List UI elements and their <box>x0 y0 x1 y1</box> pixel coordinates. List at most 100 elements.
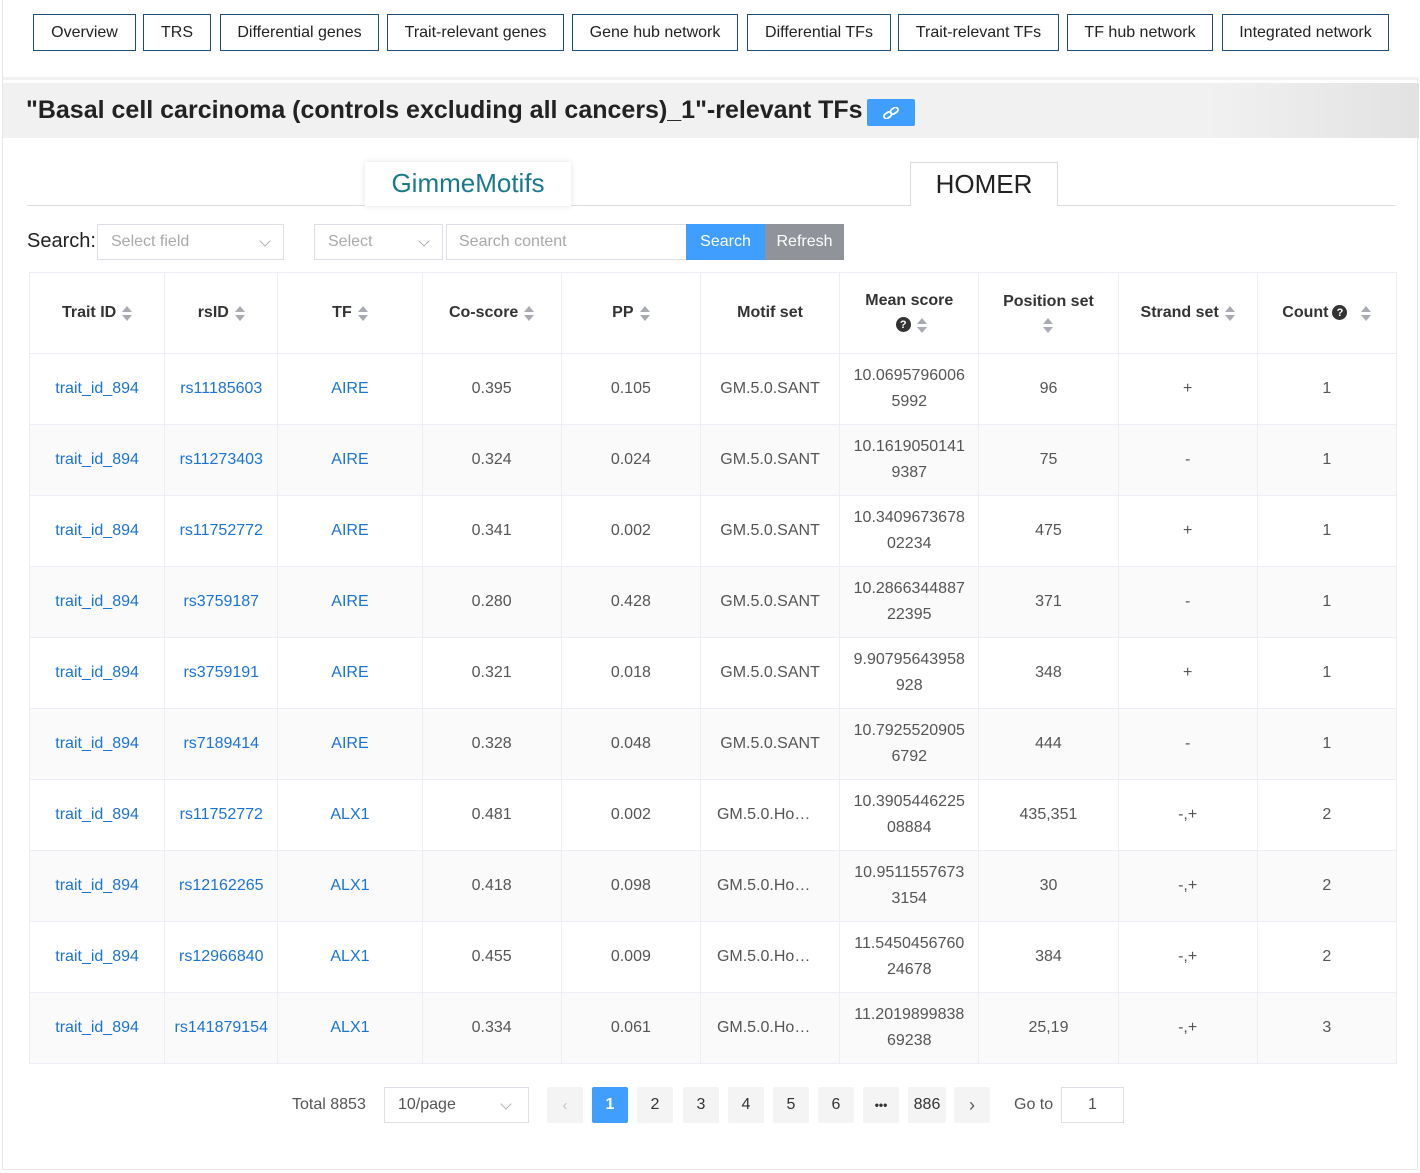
col-pp[interactable]: PP <box>560 272 701 354</box>
table-row: trait_id_894 rs141879154 ALX1 0.334 0.061 GM.… <box>28 992 1398 1064</box>
copy-link-button[interactable] <box>867 99 915 126</box>
search-content-input[interactable] <box>446 224 687 260</box>
page-button[interactable]: 886 <box>908 1087 946 1123</box>
nav-differential-tfs[interactable]: Differential TFs <box>747 14 891 51</box>
nav-gene-hub-network[interactable]: Gene hub network <box>572 14 738 51</box>
page-button[interactable]: 3 <box>683 1087 719 1123</box>
nav-overview[interactable]: Overview <box>33 14 136 51</box>
cell-trait-id[interactable]: trait_id_894 <box>28 424 166 496</box>
sort-icon[interactable] <box>357 305 368 321</box>
col-rsid[interactable]: rsID <box>164 272 279 354</box>
operator-select[interactable]: Select <box>314 224 443 260</box>
col-strand-set[interactable]: Strand set <box>1117 272 1258 354</box>
mean-score-line: 11.5450456760 <box>854 935 965 952</box>
nav-tf-hub-network[interactable]: TF hub network <box>1067 14 1213 51</box>
cell-strand-set: - <box>1117 566 1258 638</box>
cell-trait-id[interactable]: trait_id_894 <box>28 708 166 780</box>
cell-tf[interactable]: AIRE <box>277 566 423 638</box>
mean-score-line: 10.3905446225 <box>853 793 965 810</box>
sort-icon[interactable] <box>1361 305 1372 321</box>
help-icon[interactable]: ? <box>895 317 911 333</box>
sort-icon[interactable] <box>122 305 133 321</box>
goto-page-input[interactable] <box>1061 1087 1124 1123</box>
refresh-button[interactable]: Refresh <box>765 224 844 260</box>
nav-differential-genes[interactable]: Differential genes <box>220 14 379 51</box>
cell-trait-id[interactable]: trait_id_894 <box>28 637 166 709</box>
nav-integrated-network[interactable]: Integrated network <box>1222 14 1389 51</box>
cell-count: 1 <box>1256 708 1398 780</box>
cell-strand-set: - <box>1117 424 1258 496</box>
cell-trait-id[interactable]: trait_id_894 <box>28 850 166 922</box>
cell-count: 1 <box>1256 566 1398 638</box>
cell-tf[interactable]: AIRE <box>277 495 423 567</box>
cell-rsid[interactable]: rs12966840 <box>164 921 279 993</box>
mean-score-line: 10.3409673678 <box>853 509 965 526</box>
cell-trait-id[interactable]: trait_id_894 <box>28 921 166 993</box>
cell-rsid[interactable]: rs3759187 <box>164 566 279 638</box>
cell-trait-id[interactable]: trait_id_894 <box>28 992 166 1064</box>
nav-trait-relevant-genes[interactable]: Trait-relevant genes <box>387 14 564 51</box>
field-select[interactable]: Select field <box>97 224 284 260</box>
help-icon[interactable]: ? <box>1332 305 1348 321</box>
sort-icon[interactable] <box>1043 317 1054 333</box>
col-tf[interactable]: TF <box>277 272 423 354</box>
sort-icon[interactable] <box>234 305 245 321</box>
next-page-button[interactable]: › <box>954 1087 990 1123</box>
cell-rsid[interactable]: rs3759191 <box>164 637 279 709</box>
cell-rsid[interactable]: rs141879154 <box>164 992 279 1064</box>
nav-trait-relevant-tfs[interactable]: Trait-relevant TFs <box>898 14 1059 51</box>
cell-rsid[interactable]: rs11752772 <box>164 495 279 567</box>
page-button[interactable]: 4 <box>728 1087 764 1123</box>
col-co-score[interactable]: Co-score <box>421 272 562 354</box>
cell-tf[interactable]: ALX1 <box>277 779 423 851</box>
col-count[interactable]: Count? <box>1256 272 1398 354</box>
cell-position-set: 75 <box>978 424 1119 496</box>
cell-rsid[interactable]: rs12162265 <box>164 850 279 922</box>
page-button[interactable]: 6 <box>818 1087 854 1123</box>
cell-tf[interactable]: AIRE <box>277 708 423 780</box>
chevron-down-icon <box>418 235 430 247</box>
cell-rsid[interactable]: rs11273403 <box>164 424 279 496</box>
cell-pp: 0.061 <box>560 992 701 1064</box>
cell-trait-id[interactable]: trait_id_894 <box>28 779 166 851</box>
mean-score-line: 5992 <box>891 393 928 410</box>
prev-page-button[interactable]: ‹ <box>547 1087 583 1123</box>
tab-gimmemotifs[interactable]: GimmeMotifs <box>365 162 571 206</box>
sort-icon[interactable] <box>1224 305 1235 321</box>
sort-icon[interactable] <box>916 317 927 333</box>
cell-tf[interactable]: AIRE <box>277 637 423 709</box>
cell-strand-set: + <box>1117 637 1258 709</box>
goto-label: Go to <box>1014 1096 1054 1113</box>
table-row: trait_id_894 rs12966840 ALX1 0.455 0.009 GM.5… <box>28 921 1398 993</box>
cell-tf[interactable]: ALX1 <box>277 850 423 922</box>
page-button[interactable]: 5 <box>773 1087 809 1123</box>
sort-icon[interactable] <box>524 305 535 321</box>
cell-trait-id[interactable]: trait_id_894 <box>28 353 166 425</box>
col-position-set[interactable]: Position set <box>978 272 1119 354</box>
cell-rsid[interactable]: rs11752772 <box>164 779 279 851</box>
page-size-select[interactable]: 10/page <box>384 1087 529 1123</box>
cell-tf[interactable]: AIRE <box>277 424 423 496</box>
cell-trait-id[interactable]: trait_id_894 <box>28 495 166 567</box>
nav-trs[interactable]: TRS <box>143 14 211 51</box>
page-frame: Overview TRS Differential genes Trait-re… <box>2 0 1419 1170</box>
cell-tf[interactable]: AIRE <box>277 353 423 425</box>
cell-tf[interactable]: ALX1 <box>277 921 423 993</box>
cell-rsid[interactable]: rs7189414 <box>164 708 279 780</box>
page-button[interactable]: 2 <box>637 1087 673 1123</box>
search-button[interactable]: Search <box>686 224 765 260</box>
mean-score-line: 24678 <box>887 961 932 978</box>
sort-icon[interactable] <box>639 305 650 321</box>
cell-tf[interactable]: ALX1 <box>277 992 423 1064</box>
col-mean-score[interactable]: Mean score ? <box>839 272 980 354</box>
col-trait-id[interactable]: Trait ID <box>28 272 166 354</box>
cell-motif-set: GM.5.0.Homeodomain <box>699 992 841 1064</box>
page-button[interactable]: 1 <box>592 1087 628 1123</box>
cell-co-score: 0.341 <box>421 495 562 567</box>
cell-rsid[interactable]: rs11185603 <box>164 353 279 425</box>
page-title: "Basal cell carcinoma (controls excludin… <box>26 96 863 124</box>
more-pages-button[interactable]: ••• <box>863 1087 899 1123</box>
cell-motif-set: GM.5.0.SANT <box>699 353 841 425</box>
tab-homer[interactable]: HOMER <box>910 162 1058 206</box>
cell-trait-id[interactable]: trait_id_894 <box>28 566 166 638</box>
